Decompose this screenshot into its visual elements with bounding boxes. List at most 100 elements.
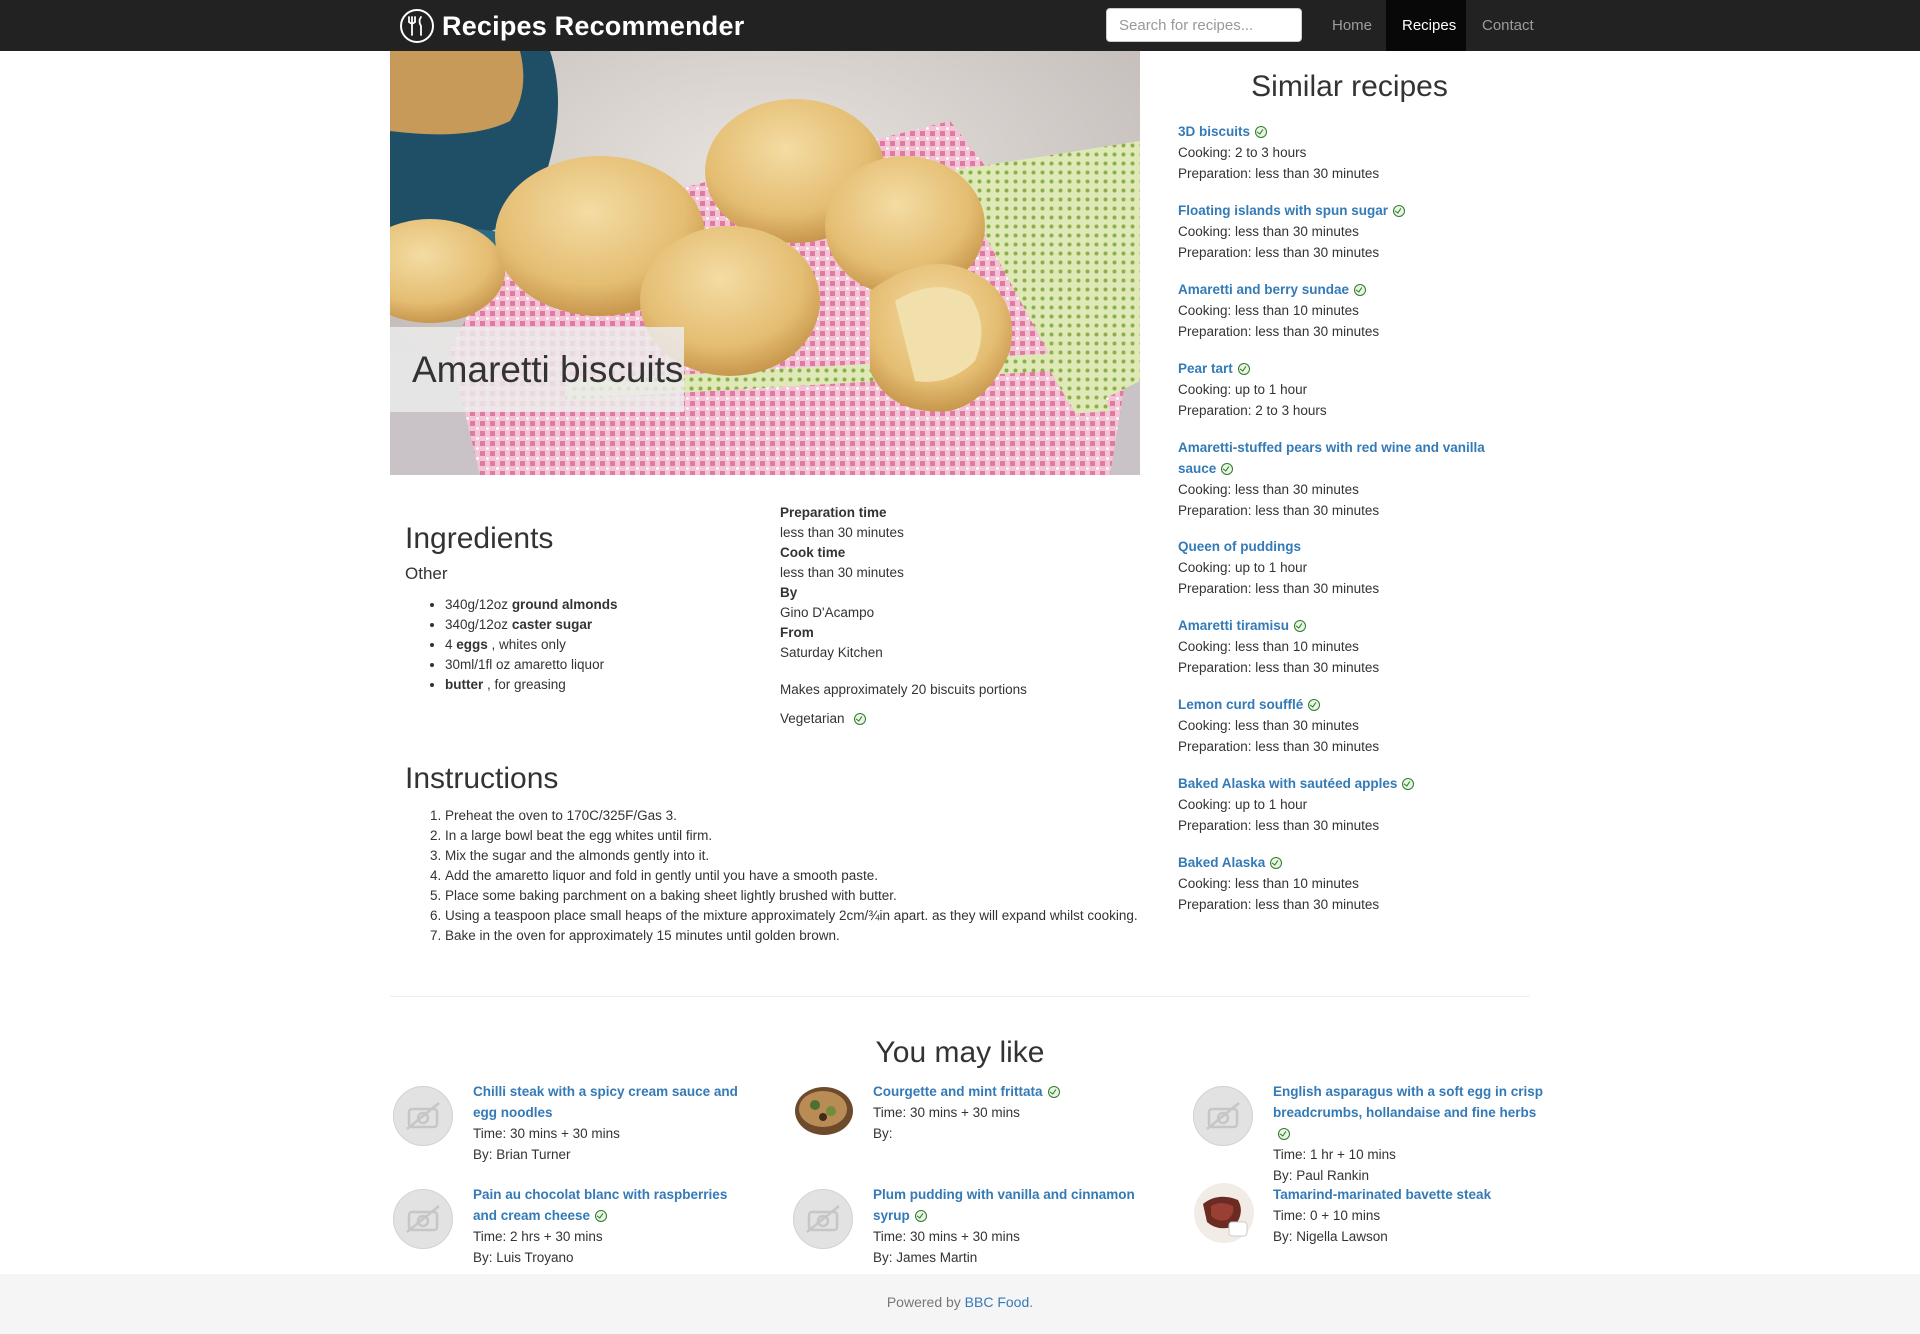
ingredient-item: butter , for greasing (445, 675, 785, 695)
similar-recipe-prep: Preparation: less than 30 minutes (1178, 660, 1380, 675)
navbar: Recipes Recommender Home Recipes Contact (0, 0, 1920, 51)
footer: Powered by BBC Food. (0, 1274, 1920, 1334)
similar-recipe-item: Pear tart Cooking: up to 1 hour Preparat… (1178, 358, 1538, 421)
suggestion-author: By: Brian Turner (473, 1147, 571, 1162)
instruction-step: Using a teaspoon place small heaps of th… (445, 906, 1165, 926)
brand-title: Recipes Recommender (442, 10, 745, 41)
vegetarian-label: Vegetarian (780, 711, 845, 726)
similar-recipe-link[interactable]: Pear tart (1178, 361, 1233, 376)
nav-home[interactable]: Home (1316, 0, 1386, 51)
nav-contact[interactable]: Contact (1466, 0, 1547, 51)
similar-recipe-item: Lemon curd soufflé Cooking: less than 30… (1178, 694, 1538, 757)
instruction-step: Place some baking parchment on a baking … (445, 886, 1165, 906)
similar-recipe-link[interactable]: Amaretti tiramisu (1178, 618, 1289, 633)
no-image-icon (793, 1189, 855, 1251)
similar-recipe-link[interactable]: Baked Alaska with sautéed apples (1178, 776, 1397, 791)
similar-recipe-link[interactable]: Queen of puddings (1178, 539, 1301, 554)
brand[interactable]: Recipes Recommender (400, 8, 744, 44)
prep-time-label: Preparation time (780, 505, 887, 520)
instruction-step: Add the amaretto liquor and fold in gent… (445, 866, 1165, 886)
ingredient-item: 4 eggs , whites only (445, 635, 785, 655)
suggestion-link[interactable]: English asparagus with a soft egg in cri… (1273, 1084, 1543, 1120)
you-may-like-heading: You may like (875, 1036, 1045, 1069)
recipe-title: Amaretti biscuits (412, 349, 684, 390)
ingredients-list: 340g/12oz ground almonds 340g/12oz caste… (405, 595, 785, 695)
vegetarian-icon (1255, 126, 1268, 139)
source-label: From (780, 625, 814, 640)
ingredient-item: 340g/12oz ground almonds (445, 595, 785, 615)
similar-recipe-item: Floating islands with spun sugar Cooking… (1178, 200, 1538, 263)
nav-recipes[interactable]: Recipes (1386, 0, 1466, 51)
ingredient-item: 30ml/1fl oz amaretto liquor (445, 655, 785, 675)
ingredients-heading: Ingredients (405, 522, 554, 555)
steak-photo (1193, 1182, 1255, 1244)
author-value: Gino D'Acampo (780, 605, 875, 620)
vegetarian-icon (1237, 363, 1250, 376)
similar-recipe-link[interactable]: Lemon curd soufflé (1178, 697, 1303, 712)
no-image-icon (1193, 1086, 1255, 1148)
vegetarian-icon (1308, 699, 1321, 712)
similar-recipe-cooking: Cooking: less than 30 minutes (1178, 224, 1359, 239)
no-image-icon (393, 1086, 455, 1148)
suggestion-author: By: James Martin (873, 1250, 978, 1265)
suggestion-time: Time: 30 mins + 30 mins (873, 1229, 1020, 1244)
fork-knife-logo-icon (400, 9, 434, 43)
suggestion-link[interactable]: Tamarind-marinated bavette steak (1273, 1187, 1491, 1202)
similar-recipes-heading: Similar recipes (1251, 70, 1448, 103)
bbc-food-link[interactable]: BBC Food (965, 1294, 1030, 1310)
instructions-heading: Instructions (405, 762, 559, 795)
vegetarian-icon (1047, 1086, 1060, 1099)
suggestion-author: By: Paul Rankin (1273, 1168, 1370, 1183)
similar-recipe-link[interactable]: Baked Alaska (1178, 855, 1265, 870)
cook-time-value: less than 30 minutes (780, 565, 904, 580)
suggestion-author: By: Luis Troyano (473, 1250, 574, 1265)
similar-recipe-prep: Preparation: less than 30 minutes (1178, 739, 1380, 754)
recipe-meta: Preparation time less than 30 minutes Co… (780, 503, 1120, 663)
suggestion-time: Time: 30 mins + 30 mins (873, 1105, 1020, 1120)
similar-recipe-cooking: Cooking: 2 to 3 hours (1178, 145, 1307, 160)
suggestion-author: By: (873, 1126, 893, 1141)
source-value: Saturday Kitchen (780, 645, 883, 660)
vegetarian-icon (1402, 778, 1415, 791)
similar-recipe-prep: Preparation: less than 30 minutes (1178, 503, 1380, 518)
suggestion-link[interactable]: Courgette and mint frittata (873, 1084, 1043, 1099)
search-input[interactable] (1106, 8, 1302, 42)
vegetarian-icon (853, 712, 866, 725)
vegetarian-icon (1294, 620, 1307, 633)
similar-recipe-item: Amaretti and berry sundae Cooking: less … (1178, 279, 1538, 342)
vegetarian-icon (914, 1210, 927, 1223)
similar-recipe-item: Queen of puddings Cooking: up to 1 hour … (1178, 536, 1538, 599)
similar-recipe-cooking: Cooking: up to 1 hour (1178, 560, 1308, 575)
similar-recipe-cooking: Cooking: up to 1 hour (1178, 382, 1308, 397)
recipe-title-overlay: Amaretti biscuits (390, 327, 684, 412)
instructions-list: Preheat the oven to 170C/325F/Gas 3. In … (405, 806, 1165, 946)
prep-time-value: less than 30 minutes (780, 525, 904, 540)
similar-recipe-prep: Preparation: less than 30 minutes (1178, 818, 1380, 833)
suggestion-time: Time: 30 mins + 30 mins (473, 1126, 620, 1141)
similar-recipe-item: Amaretti tiramisu Cooking: less than 10 … (1178, 615, 1538, 678)
similar-recipe-link[interactable]: 3D biscuits (1178, 124, 1250, 139)
suggestion-link[interactable]: Plum pudding with vanilla and cinnamon s… (873, 1187, 1135, 1223)
similar-recipe-prep: Preparation: less than 30 minutes (1178, 166, 1380, 181)
instruction-step: Mix the sugar and the almonds gently int… (445, 846, 1165, 866)
cook-time-label: Cook time (780, 545, 846, 560)
similar-recipe-link[interactable]: Floating islands with spun sugar (1178, 203, 1388, 218)
ingredient-item: 340g/12oz caster sugar (445, 615, 785, 635)
instruction-step: Bake in the oven for approximately 15 mi… (445, 926, 1165, 946)
similar-recipe-item: Baked Alaska with sautéed apples Cooking… (1178, 773, 1538, 836)
suggestion-time: Time: 2 hrs + 30 mins (473, 1229, 603, 1244)
similar-recipe-cooking: Cooking: less than 10 minutes (1178, 639, 1359, 654)
similar-recipe-prep: Preparation: less than 30 minutes (1178, 897, 1380, 912)
vegetarian-icon (1221, 463, 1234, 476)
section-divider (390, 996, 1530, 997)
similar-recipe-link[interactable]: Amaretti and berry sundae (1178, 282, 1349, 297)
vegetarian-badge: Vegetarian (780, 711, 866, 726)
recipe-hero-image: Amaretti biscuits (390, 51, 1140, 475)
instruction-step: In a large bowl beat the egg whites unti… (445, 826, 1165, 846)
vegetarian-icon (1354, 284, 1367, 297)
suggestion-author: By: Nigella Lawson (1273, 1229, 1388, 1244)
frittata-photo (793, 1081, 855, 1143)
similar-recipe-cooking: Cooking: less than 10 minutes (1178, 876, 1359, 891)
similar-recipe-item: Baked Alaska Cooking: less than 10 minut… (1178, 852, 1538, 915)
suggestion-link[interactable]: Chilli steak with a spicy cream sauce an… (473, 1084, 738, 1120)
